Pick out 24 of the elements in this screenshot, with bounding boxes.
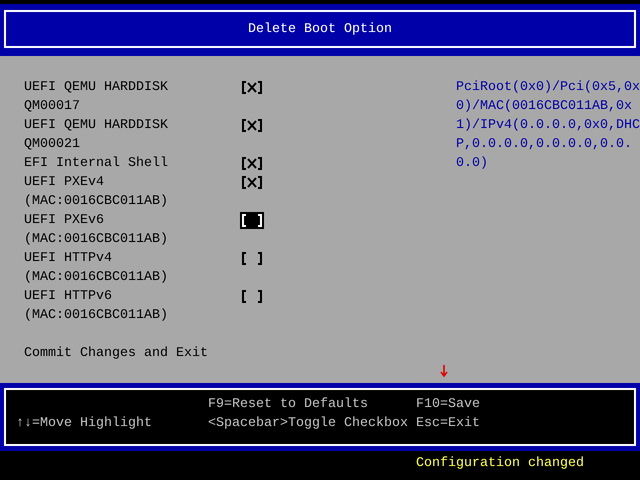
boot-option-label[interactable]: UEFI QEMU HARDDISK QM00017 bbox=[24, 78, 216, 116]
down-arrow-icon bbox=[440, 365, 448, 377]
key-hint: F9=Reset to Defaults bbox=[208, 396, 369, 414]
key-hint: <Spacebar>Toggle Checkbox bbox=[208, 415, 409, 433]
key-hint: ↑↓=Move Highlight bbox=[16, 415, 153, 433]
boot-option-label[interactable]: UEFI PXEv4 (MAC:0016CBC011AB) bbox=[24, 173, 216, 211]
boot-option-label[interactable]: UEFI PXEv6 (MAC:0016CBC011AB) bbox=[24, 211, 216, 249]
checkbox[interactable] bbox=[240, 250, 264, 267]
key-hint: F10=Save bbox=[416, 396, 480, 414]
boot-option-label[interactable]: UEFI QEMU HARDDISK QM00021 bbox=[24, 116, 216, 154]
commit-link[interactable]: Commit Changes and Exit bbox=[24, 344, 208, 363]
key-hint: Esc=Exit bbox=[416, 415, 480, 433]
help-text: PciRoot(0x0)/Pci(0x5,0x0)/MAC(0016CBC011AB,0x1)/IPv4(0.0.0.0,0x0,DHCP,0.0.0.0,0.0.0.0,0.0.0.0) bbox=[456, 79, 640, 173]
status-message: Configuration changed bbox=[416, 455, 584, 473]
checkbox[interactable] bbox=[240, 117, 264, 134]
checkbox[interactable] bbox=[240, 155, 264, 172]
checkbox[interactable] bbox=[240, 212, 264, 229]
boot-option-label[interactable]: UEFI HTTPv6 (MAC:0016CBC011AB) bbox=[24, 287, 216, 325]
checkbox[interactable] bbox=[240, 288, 264, 305]
window-title: Delete Boot Option bbox=[248, 20, 392, 38]
checkbox[interactable] bbox=[240, 79, 264, 96]
checkbox[interactable] bbox=[240, 174, 264, 191]
boot-option-label[interactable]: EFI Internal Shell bbox=[24, 154, 216, 173]
boot-option-label[interactable]: UEFI HTTPv4 (MAC:0016CBC011AB) bbox=[24, 249, 216, 287]
